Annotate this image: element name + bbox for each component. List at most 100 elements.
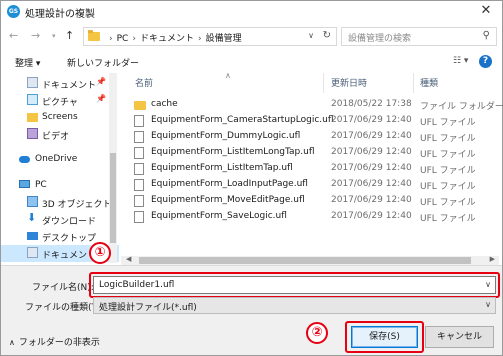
- file-type: UFL ファイル: [420, 198, 476, 208]
- column-divider[interactable]: [413, 73, 414, 93]
- file-row[interactable]: EquipmentForm_CameraStartupLogic.ufl 201…: [131, 113, 491, 129]
- videos-icon: [27, 128, 38, 139]
- address-bar[interactable]: › PC › ドキュメント › 設備管理 ∨ ↻: [83, 27, 337, 46]
- file-date: 2017/06/29 12:40: [331, 131, 412, 141]
- scrollbar-thumb[interactable]: [139, 257, 471, 264]
- chevron-right-icon: ›: [109, 34, 113, 44]
- forward-arrow-icon[interactable]: →: [31, 29, 40, 42]
- column-header-type[interactable]: 種類: [420, 76, 438, 93]
- file-date: 2017/06/29 12:40: [331, 195, 412, 205]
- file-row[interactable]: EquipmentForm_ListItemTap.ufl 2017/06/29…: [131, 161, 491, 177]
- file-icon: [134, 179, 144, 191]
- desktop-icon: [27, 232, 38, 240]
- organize-menu[interactable]: 整理 ▾: [15, 56, 40, 69]
- hide-folders-toggle[interactable]: ∧ フォルダーの非表示: [9, 335, 100, 348]
- nav-item-downloads[interactable]: ⬇ ダウンロード: [1, 211, 119, 228]
- search-icon[interactable]: ⚲: [483, 30, 490, 41]
- hide-folders-label: フォルダーの非表示: [18, 338, 100, 348]
- horizontal-scrollbar[interactable]: ◀ ▶: [121, 255, 499, 265]
- file-name: EquipmentForm_ListItemLongTap.ufl: [151, 147, 315, 157]
- file-type: UFL ファイル: [420, 118, 476, 128]
- nav-item-screens[interactable]: Screens: [1, 109, 119, 126]
- title-bar: GS 処理設計の複製 ✕: [1, 1, 502, 23]
- file-row[interactable]: EquipmentForm_ListItemLongTap.ufl 2017/0…: [131, 145, 491, 161]
- column-divider[interactable]: [323, 73, 324, 93]
- file-type: UFL ファイル: [420, 166, 476, 176]
- file-type: UFL ファイル: [420, 134, 476, 144]
- chevron-down-icon[interactable]: ∨: [485, 300, 491, 309]
- file-row[interactable]: cache 2018/05/22 17:38 ファイル フォルダー: [131, 97, 503, 113]
- file-icon: [134, 131, 144, 143]
- file-icon: [134, 195, 144, 207]
- documents-icon: [27, 77, 38, 88]
- nav-item-label: ビデオ: [42, 132, 70, 142]
- pictures-icon: [27, 94, 38, 105]
- file-row[interactable]: EquipmentForm_MoveEditPage.ufl 2017/06/2…: [131, 193, 491, 209]
- file-date: 2017/06/29 12:40: [331, 147, 412, 157]
- scroll-left-icon[interactable]: ◀: [126, 255, 131, 263]
- recent-locations-icon[interactable]: ▾: [52, 32, 56, 40]
- nav-item-label: Screens: [42, 112, 78, 122]
- chevron-right-icon: ›: [197, 34, 202, 44]
- new-folder-button[interactable]: 新しいフォルダー: [67, 56, 139, 69]
- file-name: EquipmentForm_LoadInputPage.ufl: [151, 179, 308, 189]
- close-button[interactable]: ✕: [478, 3, 494, 19]
- 3d-objects-icon: [27, 196, 38, 207]
- file-name: cache: [151, 99, 178, 109]
- filename-label: ファイル名(N):: [32, 283, 94, 293]
- onedrive-icon: [19, 156, 30, 163]
- breadcrumb-item[interactable]: 設備管理: [206, 34, 242, 44]
- up-arrow-icon[interactable]: ↑: [65, 29, 74, 42]
- file-type: ファイル フォルダー: [420, 102, 503, 112]
- breadcrumb-item[interactable]: ドキュメント: [140, 34, 194, 44]
- file-type: UFL ファイル: [420, 182, 476, 192]
- column-header-date[interactable]: 更新日時: [331, 76, 367, 93]
- file-row[interactable]: EquipmentForm_LoadInputPage.ufl 2017/06/…: [131, 177, 491, 193]
- search-box[interactable]: 設備管理の検索 ⚲: [341, 27, 497, 46]
- cancel-button[interactable]: キャンセル: [425, 326, 494, 348]
- sort-ascending-icon: ∧: [225, 71, 231, 80]
- file-row[interactable]: EquipmentForm_SaveLogic.ufl 2017/06/29 1…: [131, 209, 491, 225]
- file-name: EquipmentForm_CameraStartupLogic.ufl: [151, 115, 334, 125]
- folder-icon: [27, 113, 38, 122]
- chevron-down-icon[interactable]: ∨: [308, 31, 314, 40]
- filetype-label: ファイルの種類(T):: [25, 303, 104, 313]
- nav-item-label: OneDrive: [35, 154, 78, 164]
- file-name: EquipmentForm_MoveEditPage.ufl: [151, 195, 305, 205]
- nav-item-videos[interactable]: ビデオ: [1, 126, 119, 143]
- column-header-name[interactable]: 名前: [135, 76, 153, 93]
- breadcrumb-item[interactable]: PC: [117, 34, 129, 44]
- folder-icon: [134, 101, 146, 110]
- scrollbar-thumb[interactable]: [110, 153, 116, 243]
- file-list: ∧ 名前 更新日時 種類 cache 2018/05/22 17:38 ファイル…: [121, 71, 503, 263]
- pin-icon: 📌: [96, 94, 106, 103]
- refresh-icon[interactable]: ↻: [323, 30, 331, 41]
- file-name: EquipmentForm_ListItemTap.ufl: [151, 163, 293, 173]
- pc-icon: [19, 180, 30, 188]
- view-options-icon[interactable]: ☷ ▾: [453, 56, 468, 66]
- back-arrow-icon[interactable]: ←: [9, 29, 18, 42]
- nav-item-label: ピクチャ: [42, 98, 78, 108]
- save-dialog: GS 処理設計の複製 ✕ ← → ▾ ↑ › PC › ドキュメント › 設備管理 ∨ ↻…: [0, 0, 503, 356]
- file-row[interactable]: EquipmentForm_DummyLogic.ufl 2017/06/29 …: [131, 129, 491, 145]
- navigation-bar: ← → ▾ ↑ › PC › ドキュメント › 設備管理 ∨ ↻ 設備管理の検索 ⚲: [1, 24, 502, 49]
- nav-scrollbar[interactable]: [109, 73, 117, 263]
- nav-item-onedrive[interactable]: OneDrive: [1, 151, 119, 168]
- navigation-pane: ドキュメント 📌 ピクチャ 📌 Screens ビデオ OneDrive PC …: [1, 73, 119, 263]
- scroll-right-icon[interactable]: ▶: [490, 255, 495, 263]
- file-type: UFL ファイル: [420, 150, 476, 160]
- file-icon: [134, 147, 144, 159]
- nav-item-pc[interactable]: PC: [1, 177, 119, 194]
- step-badge-1: ①: [89, 242, 111, 264]
- save-form-panel: ファイル名(N): LogicBuilder1.ufl ∨ ファイルの種類(T)…: [1, 265, 502, 355]
- file-date: 2017/06/29 12:40: [331, 163, 412, 173]
- downloads-icon: ⬇: [27, 211, 37, 224]
- folder-icon: [88, 30, 100, 41]
- nav-item-documents-pinned[interactable]: ドキュメント 📌: [1, 75, 119, 92]
- search-placeholder: 設備管理の検索: [348, 34, 412, 44]
- help-icon[interactable]: ?: [479, 55, 492, 68]
- filetype-select[interactable]: 処理設計ファイル(*.ufl) ∨: [93, 297, 496, 314]
- nav-item-pictures[interactable]: ピクチャ 📌: [1, 92, 119, 109]
- nav-item-3d-objects[interactable]: 3D オブジェクト: [1, 194, 119, 211]
- toolbar: 整理 ▾ 新しいフォルダー ☷ ▾ ?: [1, 51, 502, 73]
